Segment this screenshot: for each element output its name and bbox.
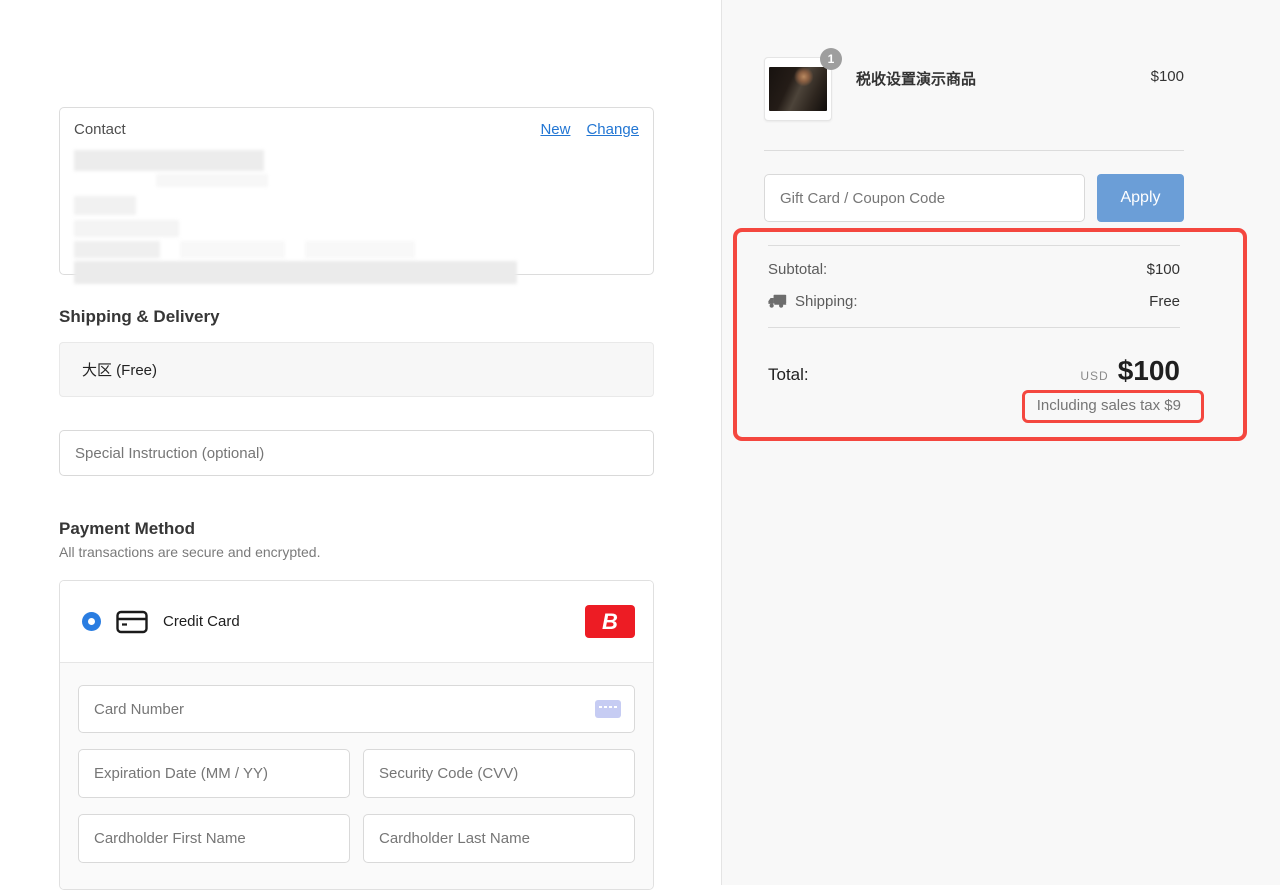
card-type-icon bbox=[595, 700, 621, 718]
totals-top-divider bbox=[768, 245, 1180, 246]
contact-new-link[interactable]: New bbox=[540, 121, 570, 138]
tax-note: Including sales tax $9 bbox=[1037, 397, 1181, 414]
payment-method-label: Credit Card bbox=[163, 613, 240, 630]
product-image bbox=[769, 67, 827, 111]
cardholder-last-name-input[interactable] bbox=[363, 814, 635, 863]
subtotal-label: Subtotal: bbox=[768, 261, 827, 278]
expiration-date-input[interactable] bbox=[78, 749, 350, 798]
shipping-row: Shipping: Free bbox=[768, 293, 1180, 310]
credit-card-radio[interactable] bbox=[82, 612, 101, 631]
gateway-logo: B bbox=[585, 605, 635, 638]
redacted-contact-info bbox=[74, 150, 639, 284]
total-value: $100 bbox=[1118, 355, 1180, 387]
total-label: Total: bbox=[768, 365, 809, 385]
contact-change-link[interactable]: Change bbox=[586, 121, 639, 138]
cart-item: 1 税收设置演示商品 $100 bbox=[764, 57, 1184, 121]
subtotal-row: Subtotal: $100 bbox=[768, 261, 1180, 278]
subtotal-value: $100 bbox=[1147, 261, 1180, 278]
shipping-value: Free bbox=[1149, 293, 1180, 310]
cardholder-first-name-input[interactable] bbox=[78, 814, 350, 863]
coupon-code-input[interactable] bbox=[764, 174, 1085, 222]
product-price: $100 bbox=[1151, 68, 1184, 85]
payment-section-subtitle: All transactions are secure and encrypte… bbox=[59, 544, 654, 560]
payment-panel: Credit Card B bbox=[59, 580, 654, 890]
checkout-form-column: Contact New Change Shipping & Delivery 大… bbox=[0, 0, 721, 885]
total-row: Total: USD $100 bbox=[768, 355, 1180, 387]
card-number-input[interactable] bbox=[78, 685, 635, 733]
order-summary-panel: 1 税收设置演示商品 $100 Apply Subtotal: $100 bbox=[721, 0, 1280, 885]
special-instruction-input[interactable] bbox=[59, 430, 654, 476]
product-name: 税收设置演示商品 bbox=[856, 68, 976, 89]
currency-code: USD bbox=[1080, 369, 1108, 383]
tax-note-annotation-box: Including sales tax $9 bbox=[1022, 390, 1204, 423]
summary-divider bbox=[764, 150, 1184, 151]
quantity-badge: 1 bbox=[820, 48, 842, 70]
totals-mid-divider bbox=[768, 327, 1180, 328]
security-code-input[interactable] bbox=[363, 749, 635, 798]
product-thumbnail: 1 bbox=[764, 57, 832, 121]
apply-coupon-button[interactable]: Apply bbox=[1097, 174, 1184, 222]
totals-annotation-box: Subtotal: $100 Shipping: Free bbox=[733, 228, 1247, 441]
shipping-label: Shipping: bbox=[795, 293, 858, 310]
credit-card-icon bbox=[116, 610, 148, 634]
payment-method-credit-card[interactable]: Credit Card B bbox=[60, 581, 653, 662]
card-fields bbox=[60, 662, 653, 889]
contact-title: Contact bbox=[74, 121, 126, 138]
shipping-option-selected[interactable]: 大区 (Free) bbox=[59, 342, 654, 397]
contact-card: Contact New Change bbox=[59, 107, 654, 275]
payment-section-title: Payment Method bbox=[59, 519, 654, 539]
truck-icon bbox=[768, 294, 787, 309]
shipping-section-title: Shipping & Delivery bbox=[59, 307, 654, 327]
